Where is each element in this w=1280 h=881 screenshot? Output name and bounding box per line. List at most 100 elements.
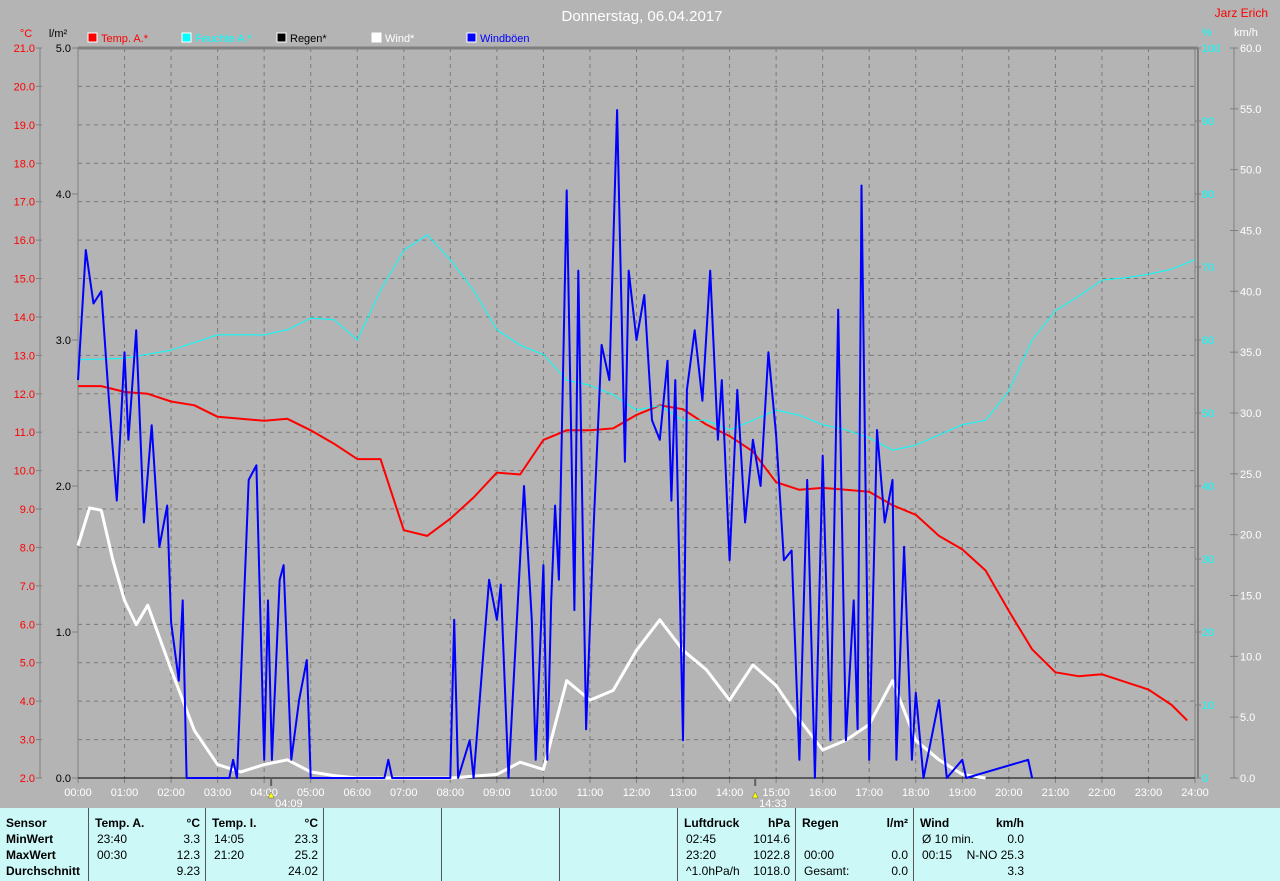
wind-tick-label: 5.0 bbox=[1240, 712, 1255, 724]
stat-value: 0.0 bbox=[891, 864, 908, 878]
stats-row: 24.02 bbox=[206, 863, 324, 879]
temp-tick-label: 6.0 bbox=[20, 619, 35, 631]
wind-tick-label: 35.0 bbox=[1240, 347, 1261, 359]
stats-column-temp-i: Temp. I. °C 14:05 23.3 21:20 25.2 24.02 bbox=[205, 808, 324, 881]
wind-tick-label: 45.0 bbox=[1240, 226, 1261, 238]
stat-value: 3.3 bbox=[1007, 864, 1024, 878]
humidity-tick-label: 0 bbox=[1202, 773, 1208, 785]
temp-tick-label: 2.0 bbox=[20, 773, 35, 785]
x-tick-label: 17:00 bbox=[855, 787, 883, 799]
stats-header-row: Temp. I. °C bbox=[206, 815, 324, 831]
marker-label: 04:09 bbox=[275, 798, 303, 808]
author-label: Jarz Erich bbox=[1215, 6, 1268, 20]
x-tick-label: 03:00 bbox=[204, 787, 232, 799]
temp-tick-label: 11.0 bbox=[14, 427, 35, 439]
legend-swatch bbox=[276, 32, 287, 43]
humidity-tick-label: 40 bbox=[1202, 481, 1214, 493]
temp-tick-label: 20.0 bbox=[14, 81, 35, 93]
x-tick-label: 10:00 bbox=[530, 787, 558, 799]
stats-header-row: Temp. A. °C bbox=[89, 815, 206, 831]
stats-column-wind: Wind km/h Ø 10 min. 0.0 00:15 N-NO 25.3 3.3 bbox=[913, 808, 1280, 881]
temp-tick-label: 8.0 bbox=[20, 542, 35, 554]
stat-value: 1022.8 bbox=[753, 848, 790, 862]
x-tick-label: 06:00 bbox=[343, 787, 371, 799]
rain-tick-label: 3.0 bbox=[56, 335, 71, 347]
weather-chart: Donnerstag, 06.04.2017 Jarz Erich 00:00 0… bbox=[14, 6, 1268, 808]
stats-column-regen: Regen l/m² 00:00 0.0 Gesamt: 0.0 bbox=[795, 808, 914, 881]
legend-label: Wind* bbox=[385, 33, 415, 45]
rain-axis-unit: l/m² bbox=[49, 28, 68, 40]
temp-tick-label: 3.0 bbox=[20, 735, 35, 747]
x-tick-label: 21:00 bbox=[1042, 787, 1070, 799]
stats-row: MaxWert bbox=[0, 847, 88, 863]
stat-value: N-NO 25.3 bbox=[966, 848, 1024, 862]
x-tick-label: 14:00 bbox=[716, 787, 744, 799]
stats-header-row: Wind km/h bbox=[914, 815, 1280, 831]
stat-value: 25.2 bbox=[294, 848, 318, 862]
legend-swatch bbox=[371, 32, 382, 43]
legend-label: Temp. A.* bbox=[101, 33, 149, 45]
stats-row: 3.3 bbox=[914, 863, 1280, 879]
humidity-tick-label: 80 bbox=[1202, 189, 1214, 201]
temp-tick-label: 14.0 bbox=[14, 312, 35, 324]
stats-column-temp-a: Temp. A. °C 23:40 3.3 00:30 12.3 9.23 bbox=[88, 808, 206, 881]
wind-tick-label: 0.0 bbox=[1240, 773, 1255, 785]
column-unit: l/m² bbox=[886, 816, 908, 830]
stat-value: 1014.6 bbox=[753, 832, 790, 846]
column-unit: hPa bbox=[767, 816, 790, 830]
stat-value: 0.0 bbox=[1007, 832, 1024, 846]
x-tick-label: 12:00 bbox=[623, 787, 651, 799]
rain-tick-label: 0.0 bbox=[56, 773, 71, 785]
x-tick-label: 18:00 bbox=[902, 787, 930, 799]
wind-tick-label: 40.0 bbox=[1240, 286, 1261, 298]
humidity-tick-label: 100 bbox=[1202, 43, 1220, 55]
x-tick-label: 08:00 bbox=[437, 787, 465, 799]
row-label: MaxWert bbox=[6, 848, 56, 862]
rain-tick-label: 1.0 bbox=[56, 627, 71, 639]
temp-axis-unit: °C bbox=[20, 28, 32, 40]
rain-tick-label: 2.0 bbox=[56, 481, 71, 493]
rain-tick-label: 5.0 bbox=[56, 43, 71, 55]
temp-tick-label: 15.0 bbox=[14, 274, 35, 286]
stats-header-row: Luftdruck hPa bbox=[678, 815, 796, 831]
temp-tick-label: 5.0 bbox=[20, 658, 35, 670]
stats-column-sensor-col: Sensor MinWert MaxWert Durchschnitt bbox=[0, 808, 88, 881]
temp-tick-label: 7.0 bbox=[20, 581, 35, 593]
humidity-tick-label: 90 bbox=[1202, 116, 1214, 128]
stat-value: 24.02 bbox=[287, 864, 318, 878]
stats-row bbox=[796, 831, 914, 847]
stats-header-row: Sensor bbox=[0, 815, 88, 831]
temp-tick-label: 21.0 bbox=[14, 43, 35, 55]
legend: Temp. A.* Feuchte A.* Regen* Wind* Windböen bbox=[87, 32, 530, 45]
stats-row: Ø 10 min. 0.0 bbox=[914, 831, 1280, 847]
wind-tick-label: 55.0 bbox=[1240, 104, 1261, 116]
stat-value: 1018.0 bbox=[753, 864, 790, 878]
wind-tick-label: 50.0 bbox=[1240, 165, 1261, 177]
wind-tick-label: 10.0 bbox=[1240, 651, 1261, 663]
sensor-header: Sensor bbox=[6, 816, 47, 830]
humidity-tick-label: 50 bbox=[1202, 408, 1214, 420]
stats-row: 21:20 25.2 bbox=[206, 847, 324, 863]
x-tick-label: 24:00 bbox=[1181, 787, 1209, 799]
temp-tick-label: 10.0 bbox=[14, 466, 35, 478]
stats-column-empty bbox=[441, 808, 560, 881]
stats-header-row: Regen l/m² bbox=[796, 815, 914, 831]
x-tick-label: 02:00 bbox=[157, 787, 185, 799]
wind-tick-label: 30.0 bbox=[1240, 408, 1261, 420]
humidity-tick-label: 20 bbox=[1202, 627, 1214, 639]
x-tick-label: 09:00 bbox=[483, 787, 511, 799]
x-tick-label: 23:00 bbox=[1135, 787, 1163, 799]
chart-title: Donnerstag, 06.04.2017 bbox=[562, 8, 723, 25]
x-tick-label: 01:00 bbox=[111, 787, 139, 799]
temp-tick-label: 9.0 bbox=[20, 504, 35, 516]
humidity-axis-unit: % bbox=[1202, 27, 1212, 39]
humidity-tick-label: 70 bbox=[1202, 262, 1214, 274]
stats-row: 23:20 1022.8 bbox=[678, 847, 796, 863]
stat-value: 12.3 bbox=[176, 848, 200, 862]
stats-row: ^1.0hPa/h 1018.0 bbox=[678, 863, 796, 879]
row-label: MinWert bbox=[6, 832, 54, 846]
temp-tick-label: 16.0 bbox=[14, 235, 35, 247]
stats-row: 00:30 12.3 bbox=[89, 847, 206, 863]
stat-value: 3.3 bbox=[183, 832, 200, 846]
stats-column-empty bbox=[559, 808, 678, 881]
